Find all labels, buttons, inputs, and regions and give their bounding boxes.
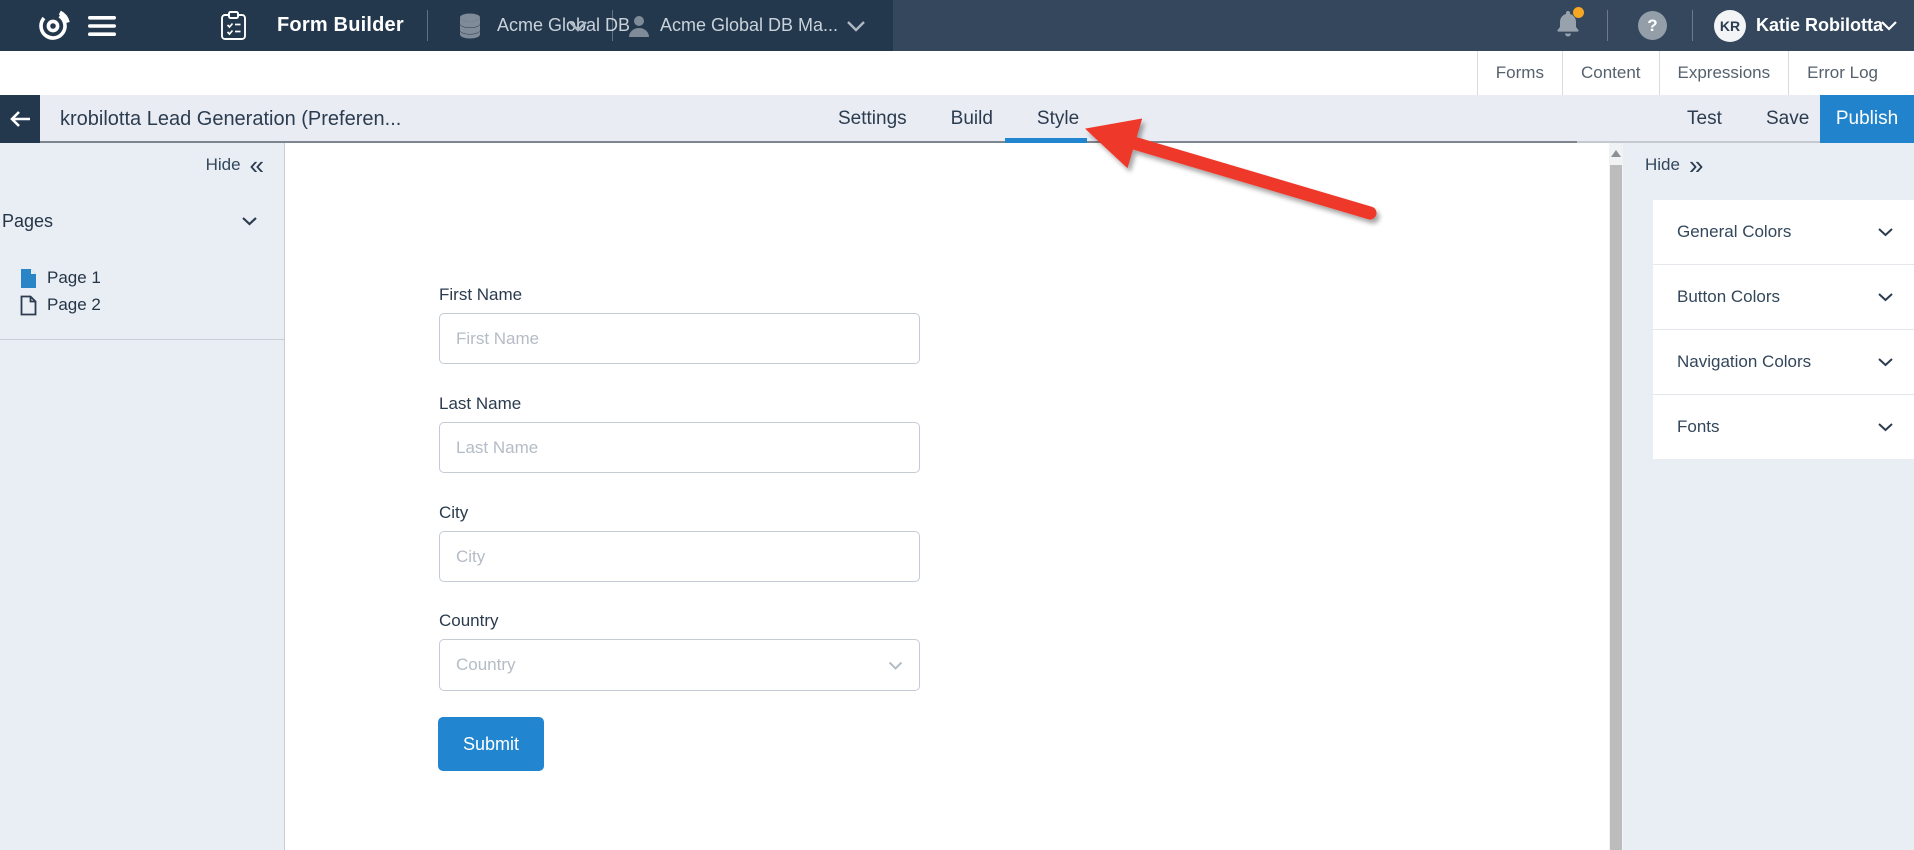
database-chevron-down-icon[interactable] xyxy=(568,0,588,51)
select-placeholder: Country xyxy=(456,655,516,675)
submit-button[interactable]: Submit xyxy=(438,717,544,771)
notification-badge xyxy=(1573,7,1584,18)
form-field-city: City xyxy=(439,503,920,582)
bell-icon[interactable] xyxy=(1555,0,1581,51)
secondary-nav: Forms Content Expressions Error Log xyxy=(0,51,1914,95)
page-label: Page 2 xyxy=(47,295,101,315)
active-tab-underline xyxy=(1005,138,1087,143)
pages-chevron-down-icon[interactable] xyxy=(241,213,258,231)
form-preview-canvas: First Name Last Name City Country Countr… xyxy=(286,143,1608,850)
page-label: Page 1 xyxy=(47,268,101,288)
form-title: krobilotta Lead Generation (Preferen... xyxy=(60,95,401,143)
page-filled-icon xyxy=(20,268,37,289)
user-chevron-down-icon[interactable] xyxy=(1880,0,1898,51)
field-label: City xyxy=(439,503,920,523)
back-button[interactable] xyxy=(0,95,40,143)
country-select[interactable]: Country xyxy=(439,639,920,691)
database-selector[interactable]: Acme Global DB xyxy=(497,0,630,51)
product-title: Form Builder xyxy=(277,0,404,51)
hide-right-panel-button[interactable]: Hide » xyxy=(1645,155,1703,175)
test-button[interactable]: Test xyxy=(1687,95,1722,143)
accordion-label: Navigation Colors xyxy=(1677,352,1811,372)
form-field-country: Country Country xyxy=(439,611,920,691)
help-icon[interactable]: ? xyxy=(1638,0,1667,51)
user-name[interactable]: Katie Robilotta xyxy=(1756,0,1883,51)
page-item-1[interactable]: Page 1 xyxy=(0,265,284,291)
tab-build[interactable]: Build xyxy=(951,108,993,130)
navbar-divider xyxy=(1692,10,1693,41)
city-input[interactable] xyxy=(439,531,920,582)
clipboard-icon xyxy=(220,0,247,51)
chevron-down-icon xyxy=(1877,292,1894,302)
accordion-label: General Colors xyxy=(1677,222,1791,242)
arrow-left-icon xyxy=(9,110,31,128)
accordion-label: Fonts xyxy=(1677,417,1720,437)
tab-style[interactable]: Style xyxy=(1037,108,1079,130)
hamburger-menu-icon[interactable] xyxy=(88,0,116,51)
org-chevron-down-icon[interactable] xyxy=(846,0,866,51)
user-avatar[interactable]: KR xyxy=(1714,0,1746,51)
form-toolbar: krobilotta Lead Generation (Preferen... … xyxy=(0,95,1914,143)
nav-item-content[interactable]: Content xyxy=(1562,51,1659,95)
chevron-down-icon xyxy=(1877,227,1894,237)
hide-label: Hide xyxy=(1645,155,1680,175)
double-chevron-right-icon: » xyxy=(1689,155,1703,175)
panel-divider xyxy=(0,339,284,340)
scrollbar-up-arrow[interactable] xyxy=(1611,150,1621,157)
nav-item-error-log[interactable]: Error Log xyxy=(1788,51,1896,95)
accordion-navigation-colors[interactable]: Navigation Colors xyxy=(1653,330,1914,395)
form-field-first-name: First Name xyxy=(439,285,920,364)
select-chevron-down-icon xyxy=(888,661,903,670)
chevron-down-icon xyxy=(1877,422,1894,432)
scrollbar-thumb[interactable] xyxy=(1610,165,1622,850)
field-label: Country xyxy=(439,611,920,631)
canvas-scrollbar xyxy=(1609,143,1623,850)
double-chevron-left-icon: « xyxy=(250,155,264,175)
org-selector[interactable]: Acme Global DB Ma... xyxy=(660,0,838,51)
page-outline-icon xyxy=(20,295,37,316)
nav-item-forms[interactable]: Forms xyxy=(1477,51,1562,95)
last-name-input[interactable] xyxy=(439,422,920,473)
chevron-down-icon xyxy=(1877,357,1894,367)
hide-left-panel-button[interactable]: Hide « xyxy=(206,155,264,175)
hide-label: Hide xyxy=(206,155,241,175)
navbar-divider xyxy=(612,10,613,41)
acoustic-logo-icon[interactable] xyxy=(35,0,71,51)
database-icon xyxy=(458,0,482,51)
style-accordion-card: General Colors Button Colors Navigation … xyxy=(1653,200,1914,459)
tab-settings[interactable]: Settings xyxy=(838,108,907,130)
navbar-divider xyxy=(1607,10,1608,41)
toolbar-tabs: Settings Build Style xyxy=(838,95,1079,143)
field-label: Last Name xyxy=(439,394,920,414)
first-name-input[interactable] xyxy=(439,313,920,364)
avatar-initials: KR xyxy=(1714,10,1746,42)
pages-section-title: Pages xyxy=(2,211,53,232)
person-icon xyxy=(628,0,650,51)
style-options-panel: Hide » General Colors Button Colors Navi… xyxy=(1623,143,1914,850)
field-label: First Name xyxy=(439,285,920,305)
accordion-fonts[interactable]: Fonts xyxy=(1653,395,1914,459)
save-button[interactable]: Save xyxy=(1766,95,1809,143)
navbar-divider xyxy=(427,10,428,41)
accordion-label: Button Colors xyxy=(1677,287,1780,307)
accordion-button-colors[interactable]: Button Colors xyxy=(1653,265,1914,330)
nav-item-expressions[interactable]: Expressions xyxy=(1659,51,1789,95)
page-item-2[interactable]: Page 2 xyxy=(0,292,284,318)
accordion-general-colors[interactable]: General Colors xyxy=(1653,200,1914,265)
pages-panel: Hide « Pages Page 1 Page 2 xyxy=(0,143,285,850)
publish-button[interactable]: Publish xyxy=(1820,95,1914,143)
top-navbar: Form Builder Acme Global DB Acme Global … xyxy=(0,0,1914,51)
form-field-last-name: Last Name xyxy=(439,394,920,473)
